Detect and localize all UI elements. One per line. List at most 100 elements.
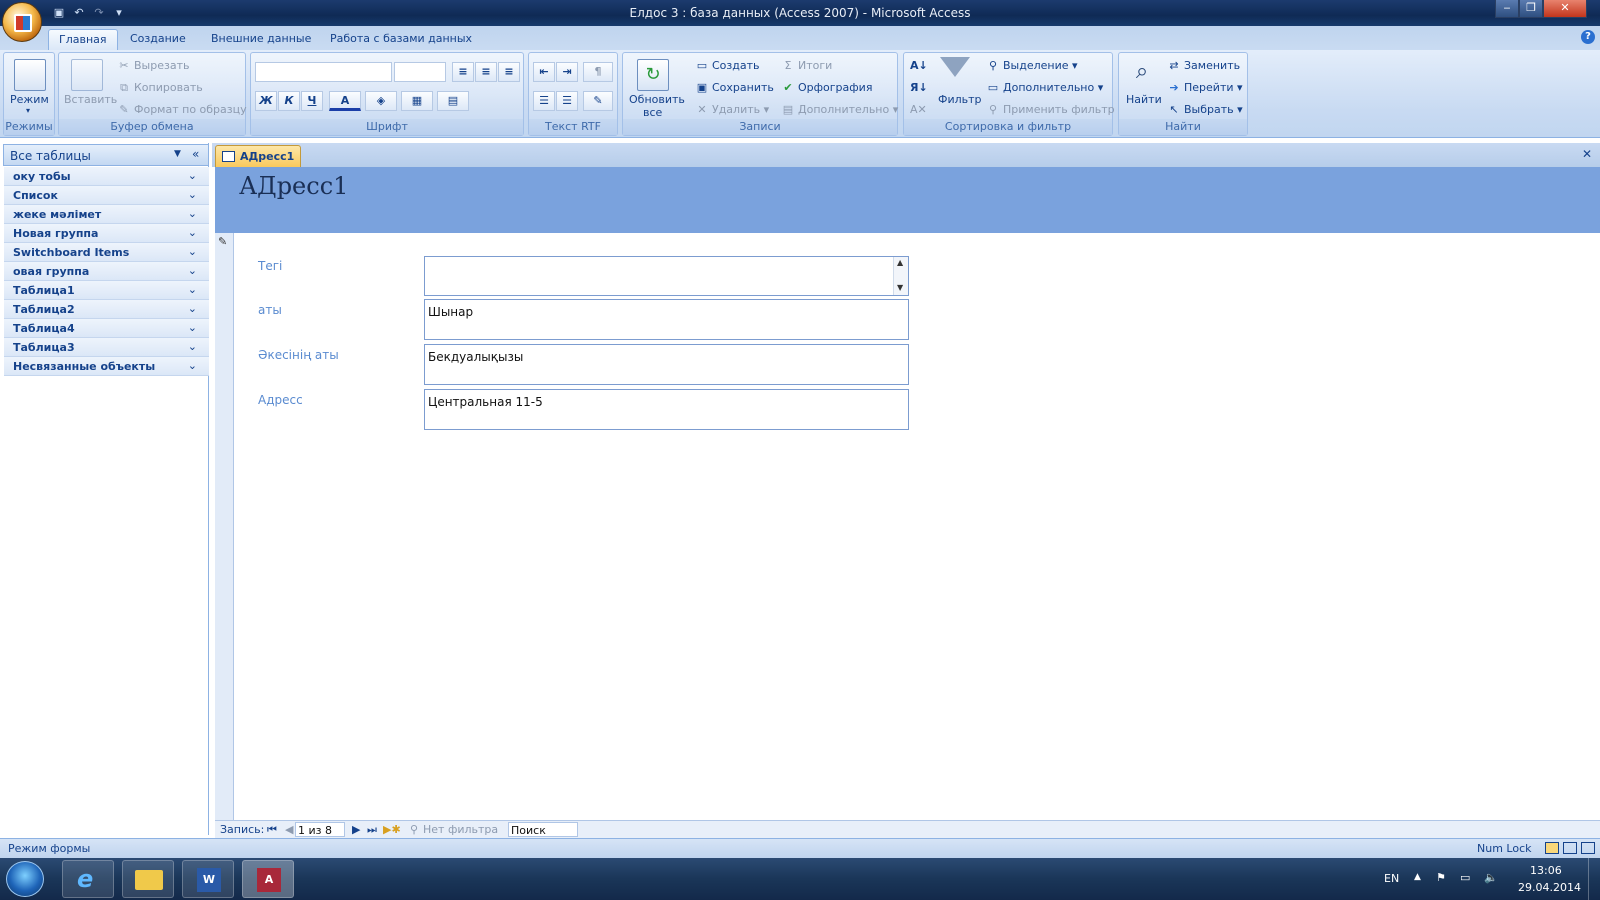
find-button[interactable]: Найти [1126, 93, 1162, 106]
show-desktop-button[interactable] [1588, 858, 1600, 900]
nav-group-item[interactable]: Несвязанные объекты ⌄ [4, 357, 209, 376]
minimize-button[interactable]: ‒ [1495, 0, 1519, 18]
align-left-icon[interactable]: ≡ [452, 62, 474, 82]
search-input[interactable]: Поиск [508, 822, 578, 837]
sort-descending-icon[interactable]: Я↓ [910, 81, 928, 94]
fill-color-icon[interactable]: ◈ [365, 91, 397, 111]
italic-button[interactable]: К [278, 91, 300, 111]
help-icon[interactable]: ? [1581, 30, 1595, 44]
save-icon[interactable]: ▣ [52, 6, 66, 20]
nav-group-item[interactable]: оку тобы ⌄ [4, 167, 209, 186]
nav-collapse-icon[interactable]: « [192, 147, 199, 161]
save-record-button[interactable]: Сохранить [712, 81, 774, 94]
tab-home[interactable]: Главная [48, 29, 118, 50]
form-view-icon[interactable] [1545, 842, 1559, 854]
tab-database-tools[interactable]: Работа с базами данных [320, 29, 482, 50]
increase-indent-icon[interactable]: ⇥ [556, 62, 578, 82]
gridlines-icon[interactable]: ▦ [401, 91, 433, 111]
cut-button[interactable]: Вырезать [134, 59, 189, 72]
scroll-up-icon[interactable]: ▲ [897, 258, 903, 267]
bold-button[interactable]: Ж [255, 91, 277, 111]
clock-date[interactable]: 29.04.2014 [1518, 881, 1581, 894]
paragraph-icon[interactable]: ¶ [583, 62, 613, 82]
close-button[interactable]: ✕ [1543, 0, 1587, 18]
network-icon[interactable]: ▭ [1460, 871, 1470, 884]
nav-group-item[interactable]: Таблица1 ⌄ [4, 281, 209, 300]
tab-external-data[interactable]: Внешние данные [201, 29, 321, 50]
goto-button[interactable]: Перейти [1184, 81, 1234, 94]
paste-button[interactable]: Вставить [64, 93, 117, 106]
next-record-icon[interactable]: ▶ [352, 823, 360, 836]
document-tab[interactable]: АДресс1 [215, 145, 301, 167]
nav-dropdown-icon[interactable]: ▼ [174, 149, 181, 159]
new-blank-record-icon[interactable]: ▶✱ [383, 823, 401, 836]
totals-button[interactable]: Итоги [798, 59, 832, 72]
previous-record-icon[interactable]: ◀ [285, 823, 293, 836]
alternate-fill-icon[interactable]: ▤ [437, 91, 469, 111]
nav-group-item[interactable]: овая группа ⌄ [4, 262, 209, 281]
select-button[interactable]: Выбрать [1184, 103, 1234, 116]
mode-dropdown-icon[interactable]: ▾ [26, 106, 30, 115]
mode-button[interactable]: Режим [10, 93, 49, 106]
spelling-button[interactable]: Орфография [798, 81, 872, 94]
design-view-icon[interactable] [1581, 842, 1595, 854]
action-center-icon[interactable]: ⚑ [1436, 871, 1446, 884]
nav-group-item[interactable]: Новая группа ⌄ [4, 224, 209, 243]
format-painter-button[interactable]: Формат по образцу [134, 103, 247, 116]
filter-button[interactable]: Фильтр [938, 93, 982, 106]
customize-qat-icon[interactable]: ▾ [112, 6, 126, 20]
datasheet-view-icon[interactable] [1563, 842, 1577, 854]
tab-create[interactable]: Создание [120, 29, 196, 50]
align-right-icon[interactable]: ≡ [498, 62, 520, 82]
decrease-indent-icon[interactable]: ⇤ [533, 62, 555, 82]
scroll-down-icon[interactable]: ▼ [897, 283, 903, 292]
more-records-button[interactable]: Дополнительно [798, 103, 889, 116]
selection-button[interactable]: Выделение [1003, 59, 1069, 72]
clock-time[interactable]: 13:06 [1530, 864, 1562, 877]
nav-group-item[interactable]: Таблица4 ⌄ [4, 319, 209, 338]
nav-pane-header[interactable]: Все таблицы ▼ « [3, 144, 209, 166]
font-color-button[interactable]: А [329, 91, 361, 111]
start-button[interactable] [6, 861, 44, 897]
redo-icon[interactable]: ↷ [92, 6, 106, 20]
close-document-icon[interactable]: ✕ [1582, 147, 1592, 161]
record-selector[interactable]: ✎ [215, 233, 234, 820]
copy-button[interactable]: Копировать [134, 81, 203, 94]
nav-group-item[interactable]: жеке мәлімет ⌄ [4, 205, 209, 224]
nav-group-item[interactable]: Switchboard Items ⌄ [4, 243, 209, 262]
folder-icon[interactable] [122, 860, 174, 898]
highlight-icon[interactable]: ✎ [583, 91, 613, 111]
delete-button[interactable]: Удалить [712, 103, 760, 116]
nav-group-item[interactable]: Таблица3 ⌄ [4, 338, 209, 357]
volume-icon[interactable]: 🔈 [1484, 871, 1498, 884]
restore-button[interactable]: ❐ [1519, 0, 1543, 18]
internet-explorer-icon[interactable]: e [62, 860, 114, 898]
office-button[interactable] [2, 2, 42, 42]
apply-filter-button[interactable]: Применить фильтр [1003, 103, 1115, 116]
nav-group-item[interactable]: Список ⌄ [4, 186, 209, 205]
sort-ascending-icon[interactable]: A↓ [910, 59, 928, 72]
no-filter-label[interactable]: Нет фильтра [423, 823, 498, 836]
refresh-all-button[interactable]: Обновить [629, 93, 685, 106]
field-address[interactable]: Центральная 11-5 [424, 389, 909, 430]
underline-button[interactable]: Ч [301, 91, 323, 111]
nav-group-item[interactable]: Таблица2 ⌄ [4, 300, 209, 319]
refresh-all-button-line2[interactable]: все [643, 106, 662, 119]
last-record-icon[interactable]: ⏭ [367, 823, 377, 837]
field-name[interactable]: Шынар [424, 299, 909, 340]
first-record-icon[interactable]: ⏮ [267, 823, 277, 837]
font-size-combo[interactable] [394, 62, 446, 82]
advanced-filter-button[interactable]: Дополнительно [1003, 81, 1094, 94]
current-record-input[interactable]: 1 из 8 [295, 822, 345, 837]
tray-expand-icon[interactable]: ▲ [1414, 872, 1421, 882]
scrollbar[interactable]: ▲ ▼ [893, 257, 908, 295]
numbering-icon[interactable]: ☰ [533, 91, 555, 111]
language-indicator[interactable]: EN [1384, 872, 1399, 885]
access-icon[interactable]: A [242, 860, 294, 898]
clear-sort-icon[interactable]: A✕ [910, 103, 927, 116]
font-name-combo[interactable] [255, 62, 392, 82]
field-patronymic[interactable]: Бекдуалықызы [424, 344, 909, 385]
field-surname[interactable] [424, 256, 909, 296]
word-icon[interactable]: W [182, 860, 234, 898]
align-center-icon[interactable]: ≡ [475, 62, 497, 82]
